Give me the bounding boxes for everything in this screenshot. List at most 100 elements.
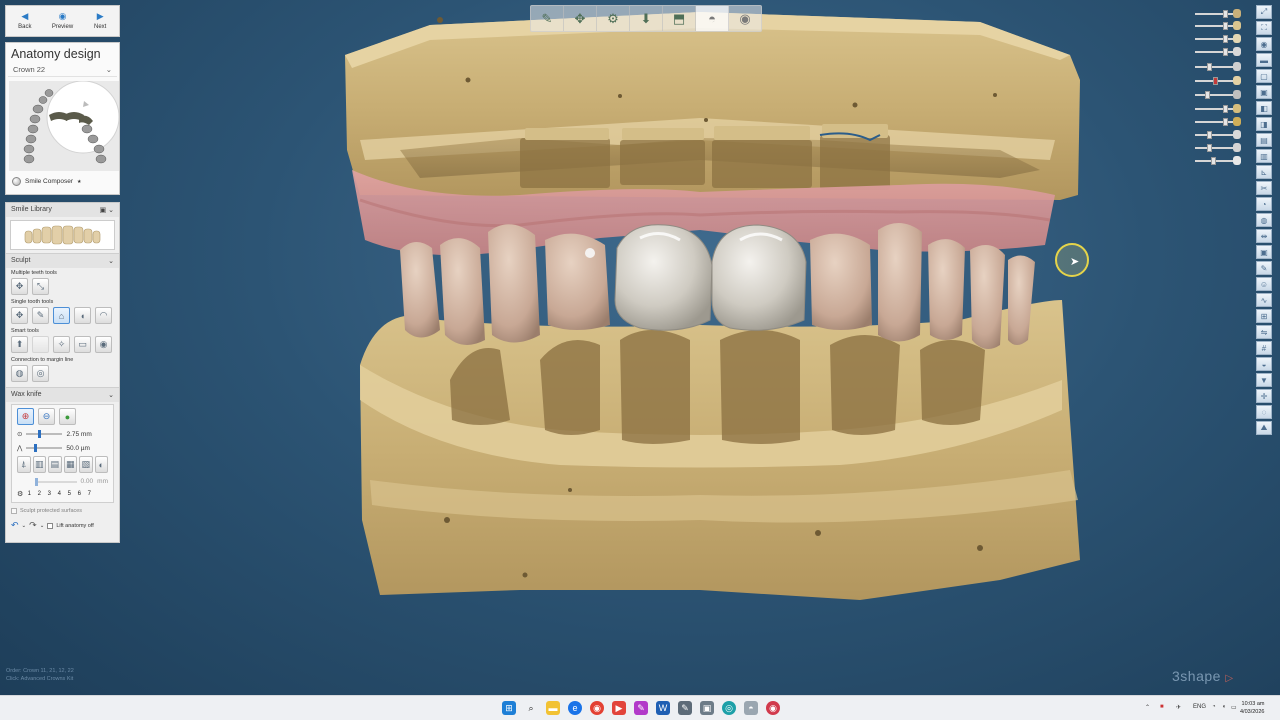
add-material-button[interactable]: ⊕ [17, 408, 34, 425]
smooth-tool-button[interactable]: ◠ [95, 307, 112, 324]
next-button[interactable]: ▶ Next [81, 6, 119, 36]
toolbar-place-button[interactable]: ⬇ [630, 6, 663, 31]
tool-probe-button[interactable]: ▼ [1256, 373, 1272, 387]
offset-slider-row[interactable]: 0.00 mm [12, 475, 113, 488]
multi-transform-button[interactable]: ⤡ [32, 278, 49, 295]
visibility-slider-8[interactable] [1193, 104, 1241, 114]
preset-7[interactable]: 7 [85, 491, 93, 497]
view-front-button[interactable]: ▣ [1256, 85, 1272, 99]
app-button-4[interactable]: ✎ [678, 701, 692, 715]
remove-material-button[interactable]: ⊖ [38, 408, 55, 425]
view-model-button[interactable]: ▬ [1256, 53, 1272, 67]
toolbar-sphere-button[interactable]: ◉ [729, 6, 761, 31]
tool-mirror-button[interactable]: ⇋ [1256, 325, 1272, 339]
shape-tool-3-button[interactable]: ▤ [48, 456, 62, 473]
toolbar-morph-button[interactable]: ✎ [531, 6, 564, 31]
smart-tool-1-button[interactable]: ⬆ [11, 336, 28, 353]
size-slider[interactable] [26, 430, 63, 438]
offset-slider[interactable] [35, 477, 77, 486]
tool-distance-button[interactable]: ⇹ [1256, 229, 1272, 243]
tool-screenshot-button[interactable]: ▣ [1256, 245, 1272, 259]
shape-tool-5-button[interactable]: ▧ [79, 456, 93, 473]
toolbar-connect-button[interactable]: ⚙ [597, 6, 630, 31]
visibility-slider-7[interactable] [1193, 90, 1241, 100]
tool-align-button[interactable]: ⊞ [1256, 309, 1272, 323]
start-button[interactable]: ⊞ [502, 701, 516, 715]
visibility-slider-2[interactable] [1193, 21, 1241, 31]
app-button-2[interactable]: ✎ [634, 701, 648, 715]
3d-viewport[interactable] [0, 0, 1280, 695]
tool-scene-button[interactable]: ⛰ [1256, 421, 1272, 435]
visibility-slider-5[interactable] [1193, 62, 1241, 72]
lift-anatomy-checkbox[interactable] [47, 522, 54, 529]
depth-slider-row[interactable]: ⋀ 50.0 µm [12, 441, 113, 455]
tool-curve-button[interactable]: ∿ [1256, 293, 1272, 307]
size-slider-row[interactable]: ⊙ 2.75 mm [12, 427, 113, 441]
preset-6[interactable]: 6 [75, 491, 83, 497]
language-indicator[interactable]: ENG [1193, 704, 1206, 710]
view-fit-button[interactable]: ⤢ [1256, 5, 1272, 19]
wax-knife-button[interactable]: ✎ [32, 307, 49, 324]
app-button-5[interactable]: ▣ [700, 701, 714, 715]
tool-axis-button[interactable]: ✛ [1256, 389, 1272, 403]
cusp-tool-button[interactable]: ◖ [74, 307, 91, 324]
smooth-material-button[interactable]: ● [59, 408, 76, 425]
connect-tool-2-button[interactable]: ◎ [32, 365, 49, 382]
undo-icon[interactable]: ↶ [11, 520, 19, 531]
preset-2[interactable]: 2 [35, 491, 43, 497]
smart-tool-5-button[interactable]: ◉ [95, 336, 112, 353]
shape-tool-4-button[interactable]: ▦ [63, 456, 77, 473]
shape-tool-6-button[interactable]: ◐ [94, 456, 108, 473]
chevron-down-icon[interactable]: ⌄ [40, 523, 45, 529]
preset-selector[interactable]: ⚙ 1 2 3 4 5 6 7 [12, 488, 113, 500]
single-morph-button[interactable]: ✥ [11, 307, 28, 324]
wax-knife-header[interactable]: Wax knife ⌄ [6, 387, 119, 402]
shape-tool-1-button[interactable]: ⍋ [17, 456, 31, 473]
back-button[interactable]: ◀ Back [6, 6, 44, 36]
volume-icon[interactable]: ◖ [1222, 704, 1226, 710]
visibility-slider-3[interactable] [1193, 34, 1241, 44]
preset-3[interactable]: 3 [45, 491, 53, 497]
view-left-button[interactable]: ◧ [1256, 101, 1272, 115]
chrome-button[interactable]: ◉ [590, 701, 604, 715]
smile-composer-row[interactable]: Smile Composer ★ [12, 177, 82, 186]
tool-notes-button[interactable]: ✎ [1256, 261, 1272, 275]
visibility-slider-9[interactable] [1193, 117, 1241, 127]
wifi-icon[interactable]: ◔ [1212, 704, 1216, 710]
smile-library-thumbnail[interactable] [10, 220, 115, 250]
clock[interactable]: 10:03 am 4/03/2026 [1240, 700, 1264, 716]
app-button-7[interactable]: ◓ [744, 701, 758, 715]
sculpt-tool-button[interactable]: ⌂ [53, 307, 70, 324]
preset-4[interactable]: 4 [55, 491, 63, 497]
network-icon[interactable]: ✈ [1176, 704, 1181, 711]
view-back-button[interactable]: ▤ [1256, 133, 1272, 147]
smart-tool-3-button[interactable]: ✧ [53, 336, 70, 353]
app-button-1[interactable]: ▶ [612, 701, 626, 715]
tool-clip-button[interactable]: ✂ [1256, 181, 1272, 195]
protected-checkbox[interactable] [11, 508, 17, 514]
smart-tool-4-button[interactable]: ▭ [74, 336, 91, 353]
edge-browser-button[interactable]: e [568, 701, 582, 715]
shape-tool-2-button[interactable]: ▥ [32, 456, 46, 473]
visibility-slider-6[interactable] [1193, 76, 1241, 86]
visibility-slider-11[interactable] [1193, 143, 1241, 153]
smile-library-header[interactable]: Smile Library ▣ ⌄ [6, 203, 119, 217]
tray-app-icon[interactable]: ■ [1160, 704, 1164, 710]
smart-tool-2-button[interactable] [32, 336, 49, 353]
app-button-8[interactable]: ◉ [766, 701, 780, 715]
battery-icon[interactable]: ▭ [1231, 704, 1237, 711]
tool-transparency-button[interactable]: ◌ [1256, 405, 1272, 419]
view-top-button[interactable]: ▢ [1256, 69, 1272, 83]
tool-measure-button[interactable]: ⊾ [1256, 165, 1272, 179]
view-fullscreen-button[interactable]: ⛶ [1256, 21, 1272, 35]
tray-chevron-icon[interactable]: ⌃ [1145, 704, 1150, 711]
sculpt-header[interactable]: Sculpt ⌄ [6, 253, 119, 268]
tool-occlusion-button[interactable]: ◒ [1256, 357, 1272, 371]
protected-surfaces-row[interactable]: Sculpt protected surfaces [6, 505, 119, 517]
crown-selector[interactable]: Crown 22 ⌄ [8, 63, 117, 77]
toolbar-shape-button[interactable]: ⬒ [663, 6, 696, 31]
tool-face-button[interactable]: ☺ [1256, 277, 1272, 291]
preset-5[interactable]: 5 [65, 491, 73, 497]
tool-cross-section-button[interactable]: ◔ [1256, 197, 1272, 211]
file-explorer-button[interactable]: ▬ [546, 701, 560, 715]
